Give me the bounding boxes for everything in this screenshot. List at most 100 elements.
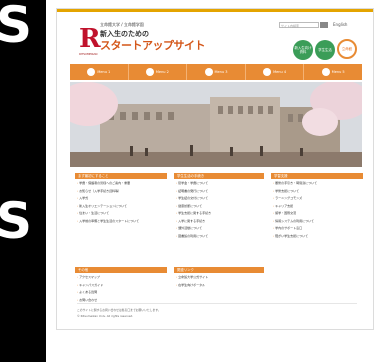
page: R RITSUMEIKAN 立命館大学 / 立命館学園 新入生のための スタート… xyxy=(46,0,381,362)
nav-icon xyxy=(263,68,272,76)
list-item[interactable]: › 課外活動について xyxy=(176,225,264,233)
list-item[interactable]: › 入学式 xyxy=(77,195,167,203)
university-name: 立命館大学 / 立命館学園 xyxy=(100,22,144,27)
list-item[interactable]: › 健康診断について xyxy=(176,203,264,211)
list-item[interactable]: › 入学前の準備と学生生活のスタートについて xyxy=(77,218,167,226)
list-item-label: 在学生向けポータル xyxy=(178,282,206,287)
list-item-label: 新入生オリエンテーションについて xyxy=(79,203,128,208)
list-item-label: 学生支援に関する手続き xyxy=(178,211,212,215)
hero-image xyxy=(70,82,362,167)
list-item-label: ラーニングコモンズ xyxy=(275,196,303,200)
list-item-label: 留学・国際交流 xyxy=(275,211,297,215)
side-letter-bottom: S xyxy=(0,192,33,250)
list-item[interactable]: › 障がい学生支援について xyxy=(273,233,363,241)
list-item[interactable]: › ラーニングコモンズ xyxy=(273,195,363,203)
list-item[interactable]: › 学生支援に関する手続き xyxy=(176,210,264,218)
list-item-label: キャンパスガイド xyxy=(79,282,104,287)
list-item[interactable]: › 新入生オリエンテーションについて xyxy=(77,203,167,211)
list-item-label: よくある質問 xyxy=(79,290,98,294)
side-letter-top: S xyxy=(0,0,33,54)
nav-item-1[interactable]: Menu 1 xyxy=(70,64,129,80)
list-item-label: アクセスマップ xyxy=(79,275,100,279)
list-item[interactable]: › 学内のサポート窓口 xyxy=(273,225,363,233)
list-item[interactable]: › 履修の手引き・時間割について xyxy=(273,180,363,188)
site-title-line2[interactable]: スタートアップサイト xyxy=(100,37,206,53)
nav-label: Menu 3 xyxy=(214,70,228,74)
nav-icon xyxy=(145,68,154,76)
search-input[interactable]: サイト内検索 xyxy=(279,22,319,28)
section-header-col4: その他 xyxy=(75,267,167,273)
list-item-label: 履修の手引き・時間割について xyxy=(275,181,318,185)
nav-label: Menu 2 xyxy=(155,70,169,74)
list-item[interactable]: › 立命館大学公式サイト xyxy=(176,274,264,282)
list-item-label: 入学に関する手続き xyxy=(178,218,206,223)
section-header-col2: 学生生活の手続き xyxy=(174,173,264,179)
list-item[interactable]: › 在学生向けポータル xyxy=(176,282,264,290)
section-list-col4: › アクセスマップ › キャンパスガイド › よくある質問 › お問い合わせ xyxy=(77,274,167,304)
list-item-label: 入学前の準備と学生生活のスタートについて xyxy=(79,218,140,223)
list-item-label: 立命館大学公式サイト xyxy=(178,275,209,279)
top-accent-bar xyxy=(57,9,373,12)
list-item[interactable]: › 学費・保護者の皆様へのご案内・重要 xyxy=(77,180,167,188)
nav-icon xyxy=(87,68,96,76)
nav-label: Menu 1 xyxy=(97,70,111,74)
list-item-label: 住まい・生活について xyxy=(79,211,110,215)
section-list-col1: › 学費・保護者の皆様へのご案内・重要 › お知らせ（入学手続き資料等） › 入… xyxy=(77,180,167,225)
copyright: © Ritsumeikan Univ. All rights reserved. xyxy=(77,314,134,318)
list-item-label: 学生証の交付について xyxy=(178,196,209,200)
list-item[interactable]: › アクセスマップ xyxy=(77,274,167,282)
list-item[interactable]: › お知らせ（入学手続き資料等） xyxy=(77,188,167,196)
search-button[interactable] xyxy=(320,22,328,28)
list-item[interactable]: › 図書館の利用について xyxy=(176,233,264,241)
list-item[interactable]: › 学生証の交付について xyxy=(176,195,264,203)
list-item-label: キャリア支援 xyxy=(275,203,294,208)
logo-icon[interactable]: R xyxy=(79,26,101,54)
list-item[interactable]: › 奨学金・学費について xyxy=(176,180,264,188)
list-item-label: お知らせ（入学手続き資料等） xyxy=(79,188,122,193)
list-item[interactable]: › 情報システムの利用について xyxy=(273,218,363,226)
nav-item-4[interactable]: Menu 4 xyxy=(246,64,305,80)
section-list-col2: › 奨学金・学費について › 証明書の発行について › 学生証の交付について ›… xyxy=(176,180,264,240)
nav-label: Menu 5 xyxy=(331,70,345,74)
nav-icon xyxy=(321,68,330,76)
list-item-label: 情報システムの利用について xyxy=(275,218,314,223)
nav-label: Menu 4 xyxy=(273,70,287,74)
list-item[interactable]: › キャリア支援 xyxy=(273,203,363,211)
list-item-label: 学内のサポート窓口 xyxy=(275,226,303,230)
list-item-label: 証明書の発行について xyxy=(178,188,209,193)
list-item[interactable]: › よくある質問 xyxy=(77,289,167,297)
nav-item-2[interactable]: Menu 2 xyxy=(129,64,188,80)
list-item[interactable]: › キャンパスガイド xyxy=(77,282,167,290)
list-item-label: 健康診断について xyxy=(178,203,203,208)
list-item-label: 図書館の利用について xyxy=(178,233,209,238)
campus-photo xyxy=(70,82,362,167)
section-list-col5: › 立命館大学公式サイト › 在学生向けポータル xyxy=(176,274,264,289)
nav-item-5[interactable]: Menu 5 xyxy=(304,64,362,80)
website-frame: R RITSUMEIKAN 立命館大学 / 立命館学園 新入生のための スタート… xyxy=(56,8,374,330)
list-item-label: 奨学金・学費について xyxy=(178,181,209,185)
main-nav: Menu 1 Menu 2 Menu 3 Menu 4 Menu 5 xyxy=(70,64,362,80)
circle-button-2[interactable]: 学生生活 xyxy=(315,40,335,60)
list-item[interactable]: › 学修支援について xyxy=(273,188,363,196)
section-header-col3: 学習支援 xyxy=(271,173,363,179)
list-item-label: 入学式 xyxy=(79,196,89,200)
circle-button-3[interactable]: 立命館 xyxy=(337,39,357,59)
section-header-col5: 関連リンク xyxy=(174,267,264,273)
list-item[interactable]: › 証明書の発行について xyxy=(176,188,264,196)
section-list-col3: › 履修の手引き・時間割について › 学修支援について › ラーニングコモンズ … xyxy=(273,180,363,240)
list-item-label: 学修支援について xyxy=(275,188,300,193)
footer-divider xyxy=(77,303,357,304)
list-item[interactable]: › 留学・国際交流 xyxy=(273,210,363,218)
section-header-col1: まず最初にすること xyxy=(75,173,167,179)
list-item[interactable]: › 住まい・生活について xyxy=(77,210,167,218)
list-item-label: 課外活動について xyxy=(178,226,203,230)
language-link[interactable]: English xyxy=(333,22,347,27)
nav-item-3[interactable]: Menu 3 xyxy=(187,64,246,80)
circle-button-1[interactable]: 新入生向け資料 xyxy=(293,40,313,60)
list-item[interactable]: › 入学に関する手続き xyxy=(176,218,264,226)
logo-wordmark: RITSUMEIKAN xyxy=(79,52,98,56)
list-item-label: 障がい学生支援について xyxy=(275,233,309,238)
footer: このサイトに関するお問い合わせは各窓口までお願いいたします。 © Ritsume… xyxy=(77,307,357,319)
list-item-label: お問い合わせ xyxy=(79,297,98,302)
list-item-label: 学費・保護者の皆様へのご案内・重要 xyxy=(79,181,131,185)
